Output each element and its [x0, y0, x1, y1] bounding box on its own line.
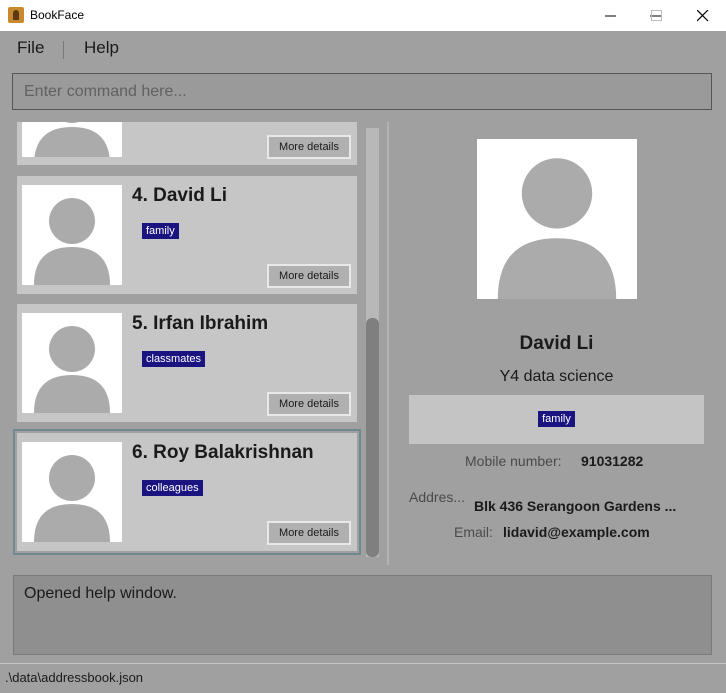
- detail-avatar: [477, 139, 637, 299]
- menu-file[interactable]: File: [17, 38, 44, 58]
- list-item[interactable]: 4. David Li family More details: [17, 176, 357, 294]
- tag-badge: family: [538, 411, 575, 427]
- person-name: 5. Irfan Ibrahim: [132, 313, 269, 334]
- scrollbar-thumb[interactable]: [366, 318, 379, 557]
- avatar: [22, 185, 122, 285]
- tag-badge: colleagues: [142, 480, 203, 496]
- email-label: Email:: [454, 524, 493, 540]
- list-item[interactable]: 5. Irfan Ibrahim classmates More details: [17, 304, 357, 422]
- more-details-button[interactable]: More details: [267, 135, 351, 159]
- more-details-button[interactable]: More details: [267, 264, 351, 288]
- command-input[interactable]: [13, 74, 711, 109]
- tag-badge: classmates: [142, 351, 206, 367]
- maximize-button[interactable]: [634, 0, 680, 31]
- person-name: 4. David Li: [132, 185, 228, 206]
- close-button[interactable]: [680, 0, 726, 31]
- detail-subtitle: Y4 data science: [499, 368, 614, 385]
- mobile-value: 91031282: [581, 453, 644, 469]
- more-details-button[interactable]: More details: [267, 521, 351, 545]
- list-scrollbar[interactable]: [366, 128, 379, 557]
- address-label: Addres...: [409, 489, 466, 505]
- menu-help[interactable]: Help: [84, 38, 119, 58]
- status-bar: .\data\addressbook.json: [0, 663, 726, 693]
- menu-separator: [63, 41, 64, 59]
- detail-tags: family: [409, 395, 704, 444]
- avatar: [22, 122, 122, 157]
- detail-name: David Li: [519, 333, 594, 354]
- list-item[interactable]: More details: [17, 122, 357, 165]
- close-icon: [697, 10, 709, 22]
- avatar: [22, 313, 122, 413]
- mobile-label: Mobile number:: [465, 453, 562, 469]
- minimize-icon: [605, 15, 616, 17]
- app-icon: [8, 7, 24, 23]
- command-box: [12, 73, 712, 110]
- result-text: Opened help window.: [24, 585, 177, 602]
- tag-badge: family: [142, 223, 179, 239]
- save-location: .\data\addressbook.json: [5, 670, 144, 685]
- address-value: Blk 436 Serangoon Gardens ...: [474, 498, 677, 514]
- window-title: BookFace: [30, 8, 85, 22]
- list-item[interactable]: 6. Roy Balakrishnan colleagues More deta…: [13, 429, 361, 555]
- result-display[interactable]: Opened help window.: [13, 575, 712, 655]
- more-details-button[interactable]: More details: [267, 392, 351, 416]
- minimize-button[interactable]: [588, 0, 634, 31]
- maximize-icon: [651, 10, 662, 21]
- person-list: More details 4. David Li family More det…: [9, 122, 387, 563]
- person-name: 6. Roy Balakrishnan: [132, 442, 314, 463]
- menu-bar: File Help: [0, 31, 726, 66]
- email-value: lidavid@example.com: [503, 524, 650, 540]
- avatar: [22, 442, 122, 542]
